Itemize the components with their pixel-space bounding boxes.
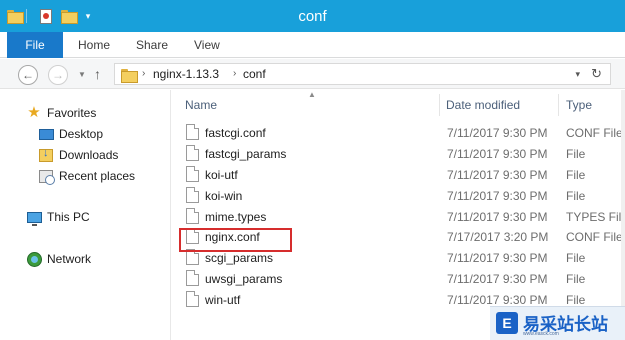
breadcrumb-nginx[interactable]: nginx-1.13.3 (153, 67, 219, 81)
file-date: 7/11/2017 9:30 PM (447, 272, 548, 287)
file-name: koi-win (205, 188, 243, 203)
breadcrumb-separator: › (142, 68, 146, 79)
sidebar-item-label: Favorites (47, 106, 97, 120)
file-row[interactable]: koi-win 7/11/2017 9:30 PM File (171, 185, 625, 206)
file-icon (186, 207, 199, 224)
navigation-bar: ← → ▼ ↑ › nginx-1.13.3 › conf ▾ ↻ (0, 59, 625, 89)
file-date: 7/11/2017 9:30 PM (447, 126, 548, 140)
file-type: File (566, 167, 586, 182)
file-name: mime.types (205, 209, 267, 224)
file-icon (186, 291, 199, 308)
file-icon (186, 144, 199, 161)
breadcrumb-conf[interactable]: conf (243, 67, 266, 81)
ribbon-tabs: File Home Share View (0, 32, 625, 58)
tab-view[interactable]: View (194, 32, 220, 58)
tab-home[interactable]: Home (78, 32, 110, 58)
forward-button[interactable]: → (48, 65, 68, 85)
breadcrumb-separator: › (233, 68, 237, 79)
file-date: 7/17/2017 3:20 PM (447, 230, 549, 245)
file-date: 7/11/2017 9:30 PM (447, 146, 548, 161)
file-type: File (566, 272, 586, 287)
computer-icon (26, 209, 42, 226)
sidebar-item-this-pc[interactable]: This PC (26, 208, 90, 226)
file-row[interactable]: uwsgi_params 7/11/2017 9:30 PM File (171, 268, 625, 289)
vertical-scrollbar[interactable] (621, 90, 625, 340)
sidebar-item-label: Desktop (59, 127, 104, 141)
sort-ascending-icon: ▲ (308, 90, 316, 99)
file-type: File (566, 188, 586, 203)
window-title: conf (298, 8, 327, 25)
file-type: TYPES File (566, 209, 625, 224)
back-button[interactable]: ← (18, 65, 38, 85)
column-divider[interactable] (439, 94, 440, 116)
file-row[interactable]: koi-utf 7/11/2017 9:30 PM File (171, 164, 625, 185)
watermark-subtext: www.easck.com (523, 331, 559, 337)
file-type: CONF File (566, 126, 623, 140)
star-icon: ★ (27, 104, 41, 121)
tab-share[interactable]: Share (136, 32, 168, 58)
file-type: File (566, 251, 586, 266)
watermark: E 易采站长站 www.easck.com (490, 306, 625, 340)
file-name: koi-utf (205, 167, 238, 182)
column-header-date[interactable]: Date modified (446, 98, 520, 112)
sidebar-item-favorites[interactable]: ★ Favorites (26, 104, 96, 122)
file-row[interactable]: fastcgi.conf 7/11/2017 9:30 PM CONF File (171, 122, 625, 143)
highlight-annotation (179, 228, 292, 252)
file-date: 7/11/2017 9:30 PM (447, 251, 548, 266)
desktop-icon (38, 126, 54, 142)
file-type: File (566, 146, 586, 161)
tab-file[interactable]: File (7, 32, 63, 58)
recent-places-icon (38, 168, 55, 185)
up-button[interactable]: ↑ (94, 65, 101, 83)
column-headers: ▲ Name Date modified Type (171, 90, 625, 116)
file-date: 7/11/2017 9:30 PM (447, 167, 548, 182)
file-icon (186, 124, 199, 140)
file-name: scgi_params (205, 251, 274, 266)
file-name: uwsgi_params (205, 272, 283, 287)
sidebar-item-label: Network (47, 252, 92, 266)
file-row[interactable]: mime.types 7/11/2017 9:30 PM TYPES File (171, 206, 625, 227)
file-icon (186, 165, 199, 182)
file-row[interactable]: fastcgi_params 7/11/2017 9:30 PM File (171, 143, 625, 164)
sidebar-item-recent-places[interactable]: Recent places (38, 167, 135, 185)
file-icon (186, 186, 199, 203)
file-type: CONF File (566, 230, 623, 245)
sidebar-item-downloads[interactable]: Downloads (38, 146, 118, 164)
file-name: fastcgi_params (205, 146, 287, 161)
sidebar-item-label: This PC (47, 210, 90, 224)
watermark-logo-icon: E (496, 312, 518, 334)
file-name: win-utf (205, 293, 241, 308)
network-icon (26, 251, 42, 267)
file-icon (186, 270, 199, 287)
recent-locations-dropdown[interactable]: ▼ (78, 66, 86, 84)
column-header-name[interactable]: Name (185, 98, 217, 112)
sidebar-item-label: Recent places (59, 169, 136, 183)
sidebar-item-label: Downloads (59, 148, 119, 162)
sidebar-item-desktop[interactable]: Desktop (38, 125, 103, 143)
address-bar[interactable]: › nginx-1.13.3 › conf ▾ ↻ (114, 63, 611, 85)
file-date: 7/11/2017 9:30 PM (447, 209, 548, 224)
file-list: fastcgi.conf 7/11/2017 9:30 PM CONF File… (171, 122, 625, 310)
file-date: 7/11/2017 9:30 PM (447, 188, 548, 203)
folder-icon (121, 69, 138, 83)
title-bar: ▾ conf (0, 0, 625, 32)
downloads-icon (38, 147, 54, 163)
address-dropdown-button[interactable]: ▾ (575, 67, 580, 81)
column-divider[interactable] (558, 94, 559, 116)
file-name: fastcgi.conf (205, 126, 266, 140)
navigation-pane: ★ Favorites Desktop Downloads Recent pla… (0, 90, 170, 340)
refresh-icon[interactable]: ↻ (591, 66, 602, 82)
sidebar-item-network[interactable]: Network (26, 250, 91, 268)
column-header-type[interactable]: Type (566, 98, 592, 112)
